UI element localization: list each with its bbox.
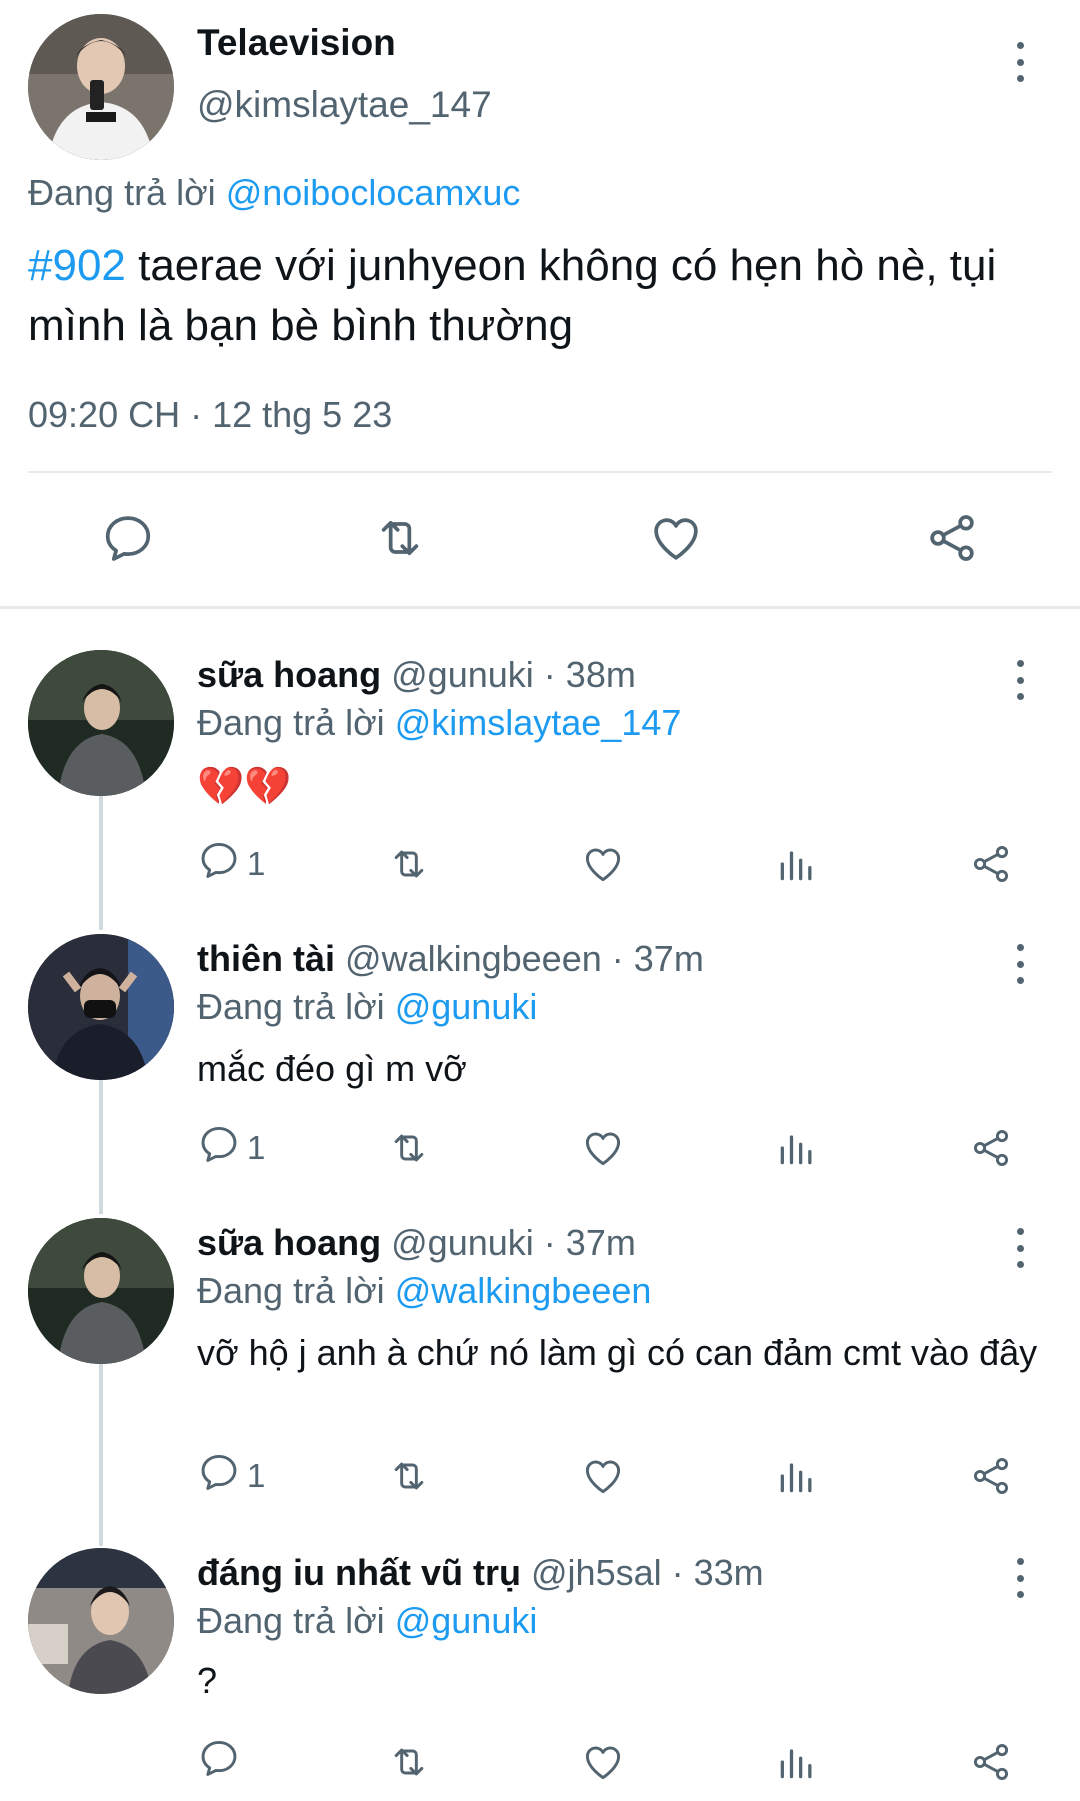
tweet-text: ? <box>197 1660 218 1701</box>
replying-prefix: Đang trả lời <box>197 1600 385 1641</box>
reply-icon <box>197 1122 241 1174</box>
share-icon[interactable] <box>969 840 1013 888</box>
display-name[interactable]: thiên tài <box>197 938 335 979</box>
display-name[interactable]: sữa hoang <box>197 1222 381 1263</box>
avatar[interactable] <box>28 1548 174 1694</box>
action-bar: 1 <box>197 840 1027 888</box>
avatar[interactable] <box>28 1218 174 1364</box>
separator: · <box>611 938 624 979</box>
reply-header: sữa hoang @gunuki · 38m <box>197 654 636 696</box>
retweet-icon[interactable] <box>387 1452 431 1500</box>
avatar[interactable] <box>28 650 174 796</box>
divider <box>28 471 1052 473</box>
analytics-icon[interactable] <box>775 840 819 888</box>
thread-line <box>99 1364 103 1546</box>
replying-prefix: Đang trả lời <box>28 172 216 213</box>
retweet-icon[interactable] <box>387 840 431 888</box>
analytics-icon[interactable] <box>775 1738 819 1786</box>
like-icon[interactable] <box>581 1124 625 1172</box>
section-divider <box>0 606 1080 609</box>
reply-button[interactable]: 1 <box>197 1452 265 1500</box>
replying-to: Đang trả lời @kimslaytae_147 <box>197 702 681 744</box>
handle[interactable]: @jh5sal <box>531 1552 662 1593</box>
handle[interactable]: @gunuki <box>391 654 534 695</box>
reply-header: sữa hoang @gunuki · 37m <box>197 1222 636 1264</box>
replying-to-link[interactable]: @walkingbeeen <box>395 1270 652 1311</box>
replying-to: Đang trả lời @noiboclocamxuc <box>28 172 520 214</box>
retweet-icon[interactable] <box>387 1738 431 1786</box>
reply-icon <box>197 1450 241 1502</box>
reply-header: đáng iu nhất vũ trụ @jh5sal · 33m <box>197 1552 764 1594</box>
replying-to: Đang trả lời @walkingbeeen <box>197 1270 651 1312</box>
like-icon[interactable] <box>581 840 625 888</box>
action-bar: 1 <box>197 1452 1027 1500</box>
hashtag-link[interactable]: #902 <box>28 241 126 290</box>
avatar[interactable] <box>28 14 174 160</box>
display-name[interactable]: sữa hoang <box>197 654 381 695</box>
like-icon[interactable] <box>581 1452 625 1500</box>
share-icon[interactable] <box>969 1124 1013 1172</box>
action-bar: 1 <box>197 1124 1027 1172</box>
tweet-text: 💔💔 <box>197 766 292 808</box>
replying-prefix: Đang trả lời <box>197 1270 385 1311</box>
thread-line <box>99 796 103 930</box>
like-icon[interactable] <box>581 1738 625 1786</box>
action-bar <box>197 1738 1027 1786</box>
share-icon[interactable] <box>969 1738 1013 1786</box>
avatar[interactable] <box>28 934 174 1080</box>
like-icon[interactable] <box>648 510 704 566</box>
more-options-icon[interactable] <box>1005 42 1035 82</box>
replying-prefix: Đang trả lời <box>197 986 385 1027</box>
reply-button[interactable] <box>197 1738 247 1786</box>
reply-header: thiên tài @walkingbeeen · 37m <box>197 938 704 980</box>
reply-count: 1 <box>247 1457 266 1494</box>
tweet-text: mắc đéo gì m vỡ <box>197 1048 467 1089</box>
retweet-icon[interactable] <box>372 510 428 566</box>
reply-icon <box>197 1736 241 1788</box>
replying-to: Đang trả lời @gunuki <box>197 986 537 1028</box>
share-icon[interactable] <box>924 510 980 566</box>
main-tweet: Telaevision @kimslaytae_147 Đang trả lời… <box>0 0 1080 608</box>
replying-to-link[interactable]: @kimslaytae_147 <box>395 702 682 743</box>
tweet-body: taerae với junhyeon không có hẹn hò nè, … <box>28 241 997 350</box>
replying-to: Đang trả lời @gunuki <box>197 1600 537 1642</box>
timestamp[interactable]: 38m <box>566 654 636 695</box>
more-options-icon[interactable] <box>1005 1228 1035 1268</box>
handle[interactable]: @walkingbeeen <box>345 938 602 979</box>
timestamp[interactable]: 37m <box>634 938 704 979</box>
handle[interactable]: @gunuki <box>391 1222 534 1263</box>
retweet-icon[interactable] <box>387 1124 431 1172</box>
more-options-icon[interactable] <box>1005 660 1035 700</box>
handle[interactable]: @kimslaytae_147 <box>197 84 492 126</box>
reply-icon <box>197 838 241 890</box>
replying-to-link[interactable]: @gunuki <box>395 986 538 1027</box>
reply-count: 1 <box>247 845 266 882</box>
separator: · <box>543 1222 556 1263</box>
share-icon[interactable] <box>969 1452 1013 1500</box>
more-options-icon[interactable] <box>1005 1558 1035 1598</box>
analytics-icon[interactable] <box>775 1124 819 1172</box>
display-name[interactable]: đáng iu nhất vũ trụ <box>197 1552 521 1593</box>
replying-prefix: Đang trả lời <box>197 702 385 743</box>
timestamp[interactable]: 33m <box>694 1552 764 1593</box>
separator: · <box>543 654 556 695</box>
more-options-icon[interactable] <box>1005 944 1035 984</box>
tweet-text: vỡ hộ j anh à chứ nó làm gì có can đảm c… <box>197 1332 1038 1373</box>
reply-button[interactable]: 1 <box>197 1124 265 1172</box>
separator: · <box>671 1552 684 1593</box>
tweet-text: #902 taerae với junhyeon không có hẹn hò… <box>28 236 1058 356</box>
timestamp[interactable]: 37m <box>566 1222 636 1263</box>
analytics-icon[interactable] <box>775 1452 819 1500</box>
reply-count: 1 <box>247 1129 266 1166</box>
display-name[interactable]: Telaevision <box>197 22 396 64</box>
reply-button[interactable]: 1 <box>197 840 265 888</box>
replying-to-link[interactable]: @gunuki <box>395 1600 538 1641</box>
replying-to-link[interactable]: @noiboclocamxuc <box>226 172 521 213</box>
thread-line <box>99 1080 103 1214</box>
timestamp[interactable]: 09:20 CH · 12 thg 5 23 <box>28 394 392 436</box>
reply-icon[interactable] <box>100 510 156 566</box>
